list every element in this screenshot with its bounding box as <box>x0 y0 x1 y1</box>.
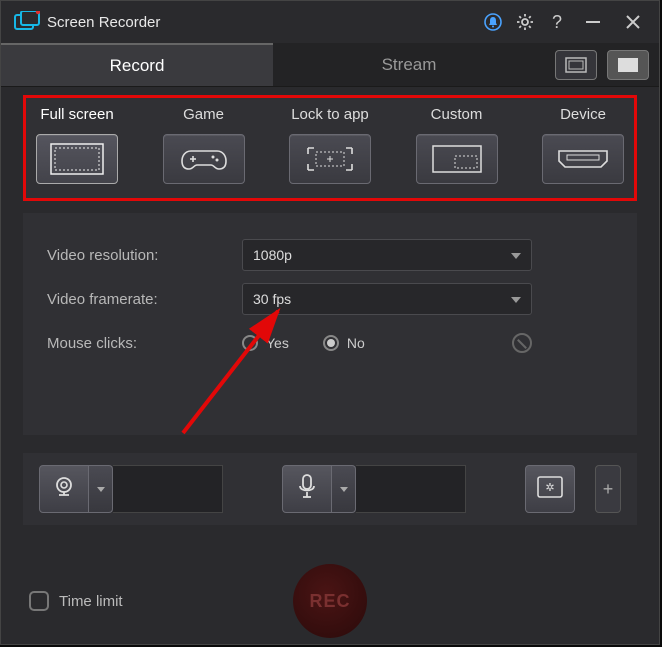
settings-gear-icon[interactable] <box>511 8 539 36</box>
microphone-button[interactable] <box>282 465 332 513</box>
disabled-icon <box>512 333 532 353</box>
notification-bell-icon[interactable] <box>479 8 507 36</box>
lock-to-app-icon <box>289 134 371 184</box>
overlay-icon: ✲ <box>537 476 563 503</box>
resolution-value: 1080p <box>253 247 292 263</box>
primary-monitor-icon[interactable] <box>555 50 597 80</box>
radio-circle-icon <box>242 335 258 351</box>
timelimit-label: Time limit <box>59 593 123 610</box>
recording-settings: Video resolution: 1080p Video framerate:… <box>23 213 637 435</box>
mode-device[interactable]: Device <box>542 106 624 184</box>
microphone-readout <box>356 465 466 513</box>
overlay-button[interactable]: ✲ <box>525 465 575 513</box>
gamepad-icon <box>163 134 245 184</box>
mouseclicks-yes-radio[interactable]: Yes <box>242 335 289 351</box>
app-window: Screen Recorder ? Record Stream <box>0 0 660 645</box>
mode-label: Lock to app <box>291 106 369 128</box>
svg-text:✲: ✲ <box>545 482 554 494</box>
row-resolution: Video resolution: 1080p <box>47 233 613 277</box>
footer: Time limit REC <box>1 558 659 644</box>
mouseclicks-label: Mouse clicks: <box>47 335 242 352</box>
io-bar: ✲ + <box>23 453 637 525</box>
secondary-monitor-icon[interactable] <box>607 50 649 80</box>
webcam-readout <box>113 465 223 513</box>
help-icon[interactable]: ? <box>543 8 571 36</box>
webcam-button[interactable] <box>39 465 89 513</box>
app-title: Screen Recorder <box>47 14 160 31</box>
webcam-group <box>39 465 223 513</box>
mic-group <box>282 465 466 513</box>
app-logo-icon <box>13 8 41 36</box>
webcam-icon <box>52 475 76 504</box>
mode-game[interactable]: Game <box>163 106 245 184</box>
mode-label: Device <box>560 106 606 128</box>
mode-label: Custom <box>431 106 483 128</box>
mouseclicks-no-radio[interactable]: No <box>323 335 365 351</box>
full-screen-icon <box>36 134 118 184</box>
device-hdmi-icon <box>542 134 624 184</box>
close-button[interactable] <box>615 8 651 36</box>
resolution-label: Video resolution: <box>47 247 242 264</box>
resolution-dropdown[interactable]: 1080p <box>242 239 532 271</box>
capture-mode-group: Full screen Game Lock to app <box>23 95 637 201</box>
timelimit-checkbox[interactable] <box>29 591 49 611</box>
add-overlay-button[interactable]: + <box>595 465 621 513</box>
mode-label: Full screen <box>40 106 113 128</box>
mode-lock-to-app[interactable]: Lock to app <box>289 106 371 184</box>
display-select <box>545 43 659 86</box>
content-area: Full screen Game Lock to app <box>1 87 659 525</box>
framerate-dropdown[interactable]: 30 fps <box>242 283 532 315</box>
mode-full-screen[interactable]: Full screen <box>36 106 118 184</box>
record-button[interactable]: REC <box>293 564 367 638</box>
main-tabs: Record Stream <box>1 43 659 87</box>
row-framerate: Video framerate: 30 fps <box>47 277 613 321</box>
microphone-icon <box>297 474 317 505</box>
tab-record[interactable]: Record <box>1 43 273 86</box>
row-mouseclicks: Mouse clicks: Yes No <box>47 321 613 365</box>
mode-label: Game <box>183 106 224 128</box>
radio-label: Yes <box>266 335 289 351</box>
record-label: REC <box>309 591 350 612</box>
framerate-value: 30 fps <box>253 291 291 307</box>
mode-custom[interactable]: Custom <box>416 106 498 184</box>
microphone-dropdown[interactable] <box>332 465 356 513</box>
titlebar: Screen Recorder ? <box>1 1 659 43</box>
framerate-label: Video framerate: <box>47 291 242 308</box>
radio-circle-icon <box>323 335 339 351</box>
radio-label: No <box>347 335 365 351</box>
custom-region-icon <box>416 134 498 184</box>
webcam-dropdown[interactable] <box>89 465 113 513</box>
minimize-button[interactable] <box>575 8 611 36</box>
tab-stream[interactable]: Stream <box>273 43 545 86</box>
